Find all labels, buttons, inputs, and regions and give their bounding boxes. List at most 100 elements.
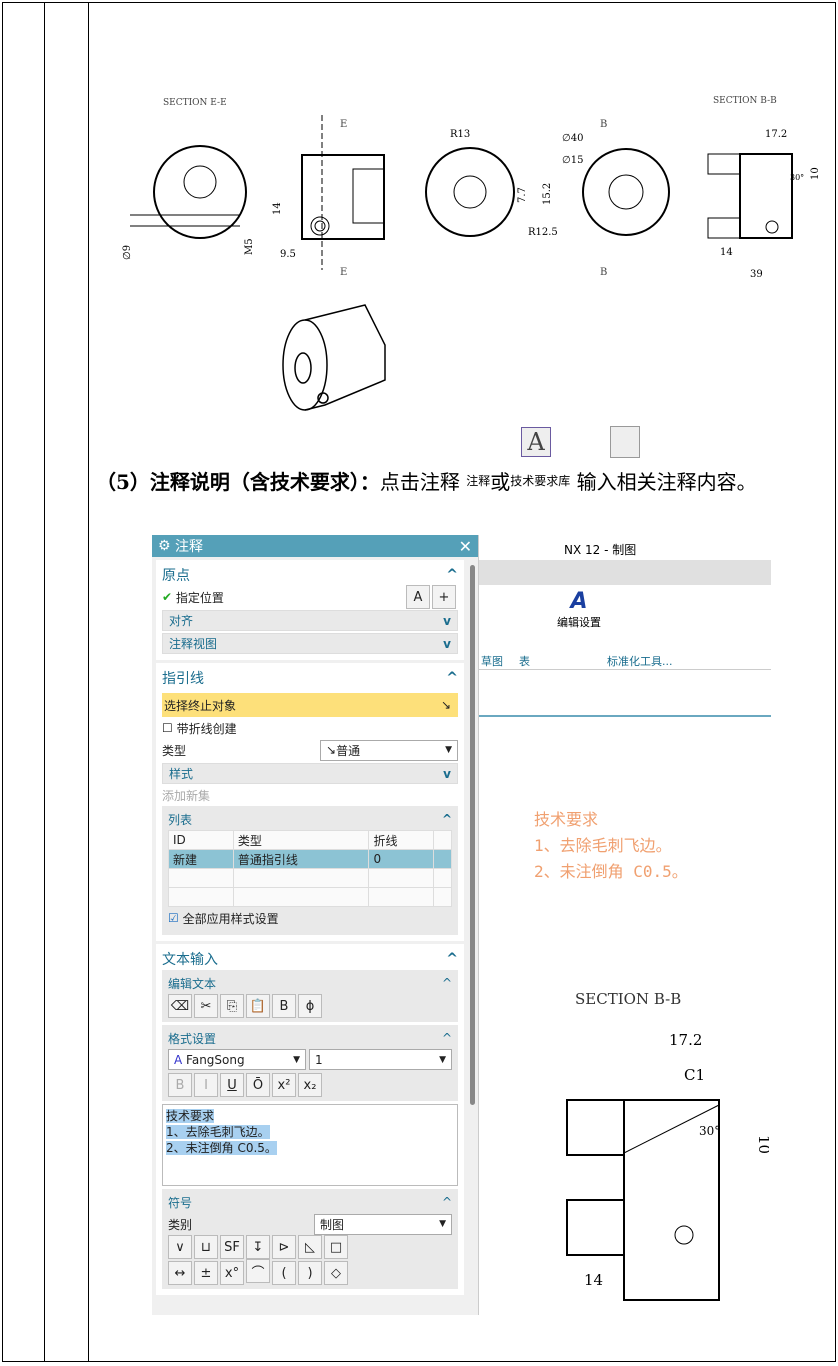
insert-symbol-icon[interactable]: ϕ [298, 994, 322, 1018]
symbol-button: ↧ [246, 1235, 270, 1259]
text-input-header[interactable]: 文本输入 ^ [162, 948, 458, 970]
dialog-title: 注释 [175, 539, 204, 555]
type-label: 类型 [162, 743, 187, 758]
jog-checkbox[interactable]: ☐ [162, 721, 173, 735]
dim-17-2: 17.2 [765, 129, 787, 140]
group-sketch: 草图 [481, 655, 503, 668]
list-header[interactable]: 列表 [168, 811, 192, 828]
dim-7-7: 7.7 [517, 187, 528, 203]
section-bb-label: SECTION B-B [575, 990, 682, 1008]
size-select[interactable]: 1 ▼ [309, 1049, 452, 1070]
align-subsection[interactable]: 对齐 v [162, 610, 458, 631]
leader-section: 指引线 ^ 选择终止对象 ↘ ☐ 带折线创建 类型 ↘ 普通 ▼ 样式 v 添加新集 列表… [156, 663, 464, 941]
section-b-top: B [600, 119, 607, 130]
symbols-header[interactable]: 符号 [168, 1194, 192, 1211]
symbol-button: SF [220, 1235, 244, 1259]
instruction-paragraph: （5）注释说明（含技术要求）：点击注释 注释或技术要求库 输入相关注释内容。 [96, 466, 816, 497]
symbol-button: ∨ [168, 1235, 192, 1259]
note-tool-icon: A [521, 427, 551, 457]
origin-tool-icon[interactable]: A [406, 585, 430, 609]
style-subsection[interactable]: 样式 v [162, 763, 458, 784]
tech-requirement-tool-icon [610, 426, 640, 458]
nx-screenshot: ⚙ 注释 ✕ 原点 ^ ✔ 指定位置 A + 对齐 v 注释视图 v 指引线 ^ 选择终止对象… [152, 535, 771, 1315]
dim-30deg: 30° [699, 1124, 720, 1138]
format-header[interactable]: 格式设置 [168, 1030, 216, 1047]
check-icon: ✔ [162, 590, 173, 604]
tech-requirements-note[interactable]: 技术要求 1、去除毛刺飞边。 2、未注倒角 C0.5。 [534, 807, 688, 885]
group-standard-tools: 标准化工具... [607, 655, 673, 668]
table-border-top [2, 2, 836, 3]
section-e-top: E [340, 119, 347, 130]
symbol-button: ± [194, 1261, 218, 1285]
delete-format-icon[interactable]: B [272, 994, 296, 1018]
subscript-button[interactable]: x₂ [298, 1073, 322, 1097]
isometric-view [282, 304, 386, 411]
para-or: 或 [490, 470, 511, 494]
paste-icon[interactable]: 📋 [246, 994, 270, 1018]
note-text-input[interactable]: 技术要求 1、去除毛刺飞边。 2、未注倒角 C0.5。 [162, 1104, 458, 1186]
table-border-right [835, 2, 836, 1362]
note-icon-label: 注释 [466, 474, 491, 488]
select-terminating-object[interactable]: 选择终止对象 ↘ [162, 693, 458, 717]
close-icon[interactable]: ✕ [459, 537, 472, 556]
scrollbar[interactable] [470, 565, 475, 1105]
symbol-button: □ [324, 1235, 348, 1259]
leader-list-table: ID 类型 折线 新建 普通指引线 0 [168, 830, 452, 907]
symbol-button: ⊔ [194, 1235, 218, 1259]
techreq-icon-label: 技术要求库 [510, 474, 571, 488]
dim-m5: M5 [244, 238, 255, 255]
symbol-button: ◺ [298, 1235, 322, 1259]
para-text-2: 输入相关注释内容。 [576, 470, 757, 494]
dim-14-b: 14 [720, 247, 733, 258]
table-row[interactable]: 新建 普通指引线 0 [168, 849, 452, 869]
apply-all-checkbox[interactable]: ☑ [168, 911, 179, 925]
dim-d15: ∅15 [562, 155, 583, 166]
dim-15-2: 15.2 [542, 183, 553, 205]
table-border-bottom [2, 1361, 836, 1362]
gear-icon[interactable]: ⚙ [158, 538, 171, 554]
dim-d9: ∅9 [122, 245, 133, 260]
superscript-button[interactable]: x² [272, 1073, 296, 1097]
copy-icon[interactable]: ⎘ [220, 994, 244, 1018]
cut-icon[interactable]: ✂ [194, 994, 218, 1018]
dim-10: 10 [755, 1135, 769, 1154]
leader-header[interactable]: 指引线 ^ [162, 667, 458, 689]
symbol-button: x° [220, 1261, 244, 1285]
jog-label: 带折线创建 [176, 721, 237, 736]
section-ee-label: SECTION E-E [163, 98, 227, 108]
table-border-col1 [44, 2, 45, 1362]
edit-text-header[interactable]: 编辑文本 [168, 975, 216, 992]
dim-9-5: 9.5 [280, 249, 296, 260]
ribbon-tabs [479, 560, 771, 585]
origin-header[interactable]: 原点 ^ [162, 564, 458, 586]
section-b-bottom: B [600, 267, 607, 278]
annotation-view-subsection[interactable]: 注释视图 v [162, 633, 458, 654]
dim-30deg: 30° [790, 173, 804, 182]
clear-icon[interactable]: ⌫ [168, 994, 192, 1018]
edit-settings-button[interactable]: A 编辑设置 [557, 589, 601, 630]
symbol-button: ( [272, 1261, 296, 1285]
specify-location[interactable]: 指定位置 [176, 589, 224, 606]
point-dialog-icon[interactable]: + [432, 585, 456, 609]
underline-button[interactable]: U [220, 1073, 244, 1097]
dim-17-2: 17.2 [669, 1031, 702, 1049]
category-select[interactable]: 制图 ▼ [314, 1213, 452, 1235]
text-input-section: 文本输入 ^ 编辑文本 ^ ⌫ ✂ ⎘ 📋 Bϕ 格式设置 ^ A FangSong ▼ 1 ▼ B… [156, 944, 464, 1295]
dim-r12-5: R12.5 [528, 227, 558, 238]
app-title: NX 12 - 制图 [564, 543, 637, 557]
bold-button[interactable]: B [168, 1073, 192, 1097]
dim-r13: R13 [450, 129, 470, 140]
symbol-button: ) [298, 1261, 322, 1285]
step-heading: （5）注释说明（含技术要求）： [96, 470, 380, 494]
chevron-up-icon[interactable]: ^ [446, 567, 458, 583]
symbol-button: ◇ [324, 1261, 348, 1285]
type-select[interactable]: ↘ 普通 ▼ [320, 739, 458, 761]
symbol-button: ↔ [168, 1261, 192, 1285]
font-select[interactable]: A FangSong ▼ [168, 1049, 306, 1070]
dialog-titlebar: ⚙ 注释 ✕ [152, 535, 478, 557]
add-new-set[interactable]: 添加新集 [162, 787, 210, 804]
para-text-1: 点击注释 [379, 470, 460, 494]
italic-button[interactable]: I [194, 1073, 218, 1097]
table-border-left [2, 2, 3, 1362]
overline-button[interactable]: Ō [246, 1073, 270, 1097]
